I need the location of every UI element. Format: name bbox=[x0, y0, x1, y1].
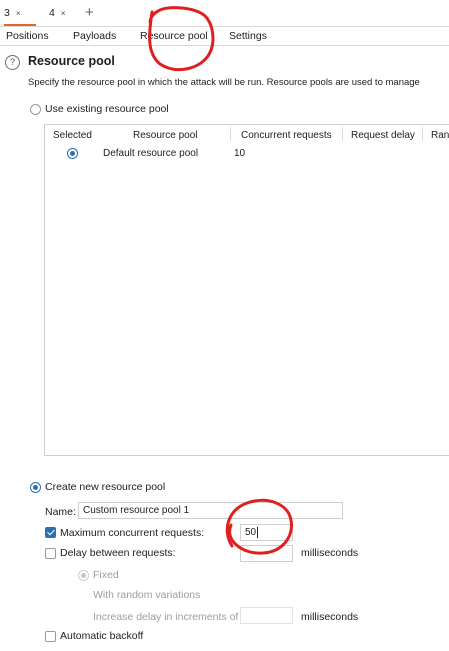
tab-4[interactable]: 4 × bbox=[49, 0, 66, 26]
close-icon[interactable]: × bbox=[16, 9, 21, 18]
max-concurrent-input[interactable]: 50 bbox=[240, 524, 293, 541]
col-header-request-delay[interactable]: Request delay bbox=[351, 130, 415, 141]
col-header-random[interactable]: Ran bbox=[431, 130, 449, 141]
tab-payloads[interactable]: Payloads bbox=[73, 27, 116, 45]
name-label: Name: bbox=[45, 506, 76, 518]
increase-delay-label: Increase delay in increments of bbox=[93, 611, 239, 623]
automatic-backoff-checkbox[interactable] bbox=[45, 631, 56, 642]
pool-name-input[interactable] bbox=[78, 502, 343, 519]
page-title: Resource pool bbox=[28, 54, 115, 68]
table-cell-concurrent: 10 bbox=[234, 148, 246, 159]
use-existing-label: Use existing resource pool bbox=[45, 103, 169, 115]
col-header-concurrent[interactable]: Concurrent requests bbox=[241, 130, 332, 141]
help-icon[interactable]: ? bbox=[5, 55, 20, 70]
delay-between-label: Delay between requests: bbox=[60, 547, 176, 559]
table-row-select-radio[interactable] bbox=[67, 148, 78, 159]
section-tabs-divider bbox=[0, 45, 449, 46]
increase-delay-input[interactable] bbox=[240, 607, 293, 624]
automatic-backoff-label: Automatic backoff bbox=[60, 630, 144, 642]
delay-unit-label: milliseconds bbox=[301, 547, 359, 559]
random-variations-label: With random variations bbox=[93, 589, 201, 601]
max-concurrent-value: 50 bbox=[245, 527, 257, 538]
add-tab-icon[interactable]: + bbox=[85, 2, 94, 24]
text-caret bbox=[257, 527, 258, 538]
tab-label: 4 bbox=[49, 7, 55, 19]
column-separator bbox=[422, 127, 423, 141]
col-header-selected[interactable]: Selected bbox=[53, 130, 92, 141]
delay-between-input[interactable] bbox=[240, 545, 293, 562]
use-existing-radio[interactable] bbox=[30, 104, 41, 115]
col-header-resource-pool[interactable]: Resource pool bbox=[133, 130, 197, 141]
increase-delay-unit-label: milliseconds bbox=[301, 611, 359, 623]
fixed-label: Fixed bbox=[93, 569, 119, 581]
create-new-label: Create new resource pool bbox=[45, 481, 166, 493]
page-description: Specify the resource pool in which the a… bbox=[28, 77, 420, 88]
tab-strip-divider bbox=[0, 26, 449, 27]
tab-positions[interactable]: Positions bbox=[6, 27, 49, 45]
fixed-radio[interactable] bbox=[78, 570, 89, 581]
max-concurrent-checkbox[interactable] bbox=[45, 527, 56, 538]
tab-resource-pool[interactable]: Resource pool bbox=[140, 27, 208, 45]
max-concurrent-label: Maximum concurrent requests: bbox=[60, 527, 205, 539]
column-separator bbox=[342, 127, 343, 141]
create-new-radio[interactable] bbox=[30, 482, 41, 493]
column-separator bbox=[230, 127, 231, 141]
tab-3[interactable]: 3 × bbox=[4, 0, 36, 26]
tab-settings[interactable]: Settings bbox=[229, 27, 267, 45]
delay-between-checkbox[interactable] bbox=[45, 548, 56, 559]
resource-pool-table[interactable] bbox=[44, 124, 449, 456]
close-icon[interactable]: × bbox=[61, 9, 66, 18]
tab-label: 3 bbox=[4, 7, 10, 19]
table-cell-pool-name: Default resource pool bbox=[103, 148, 199, 159]
